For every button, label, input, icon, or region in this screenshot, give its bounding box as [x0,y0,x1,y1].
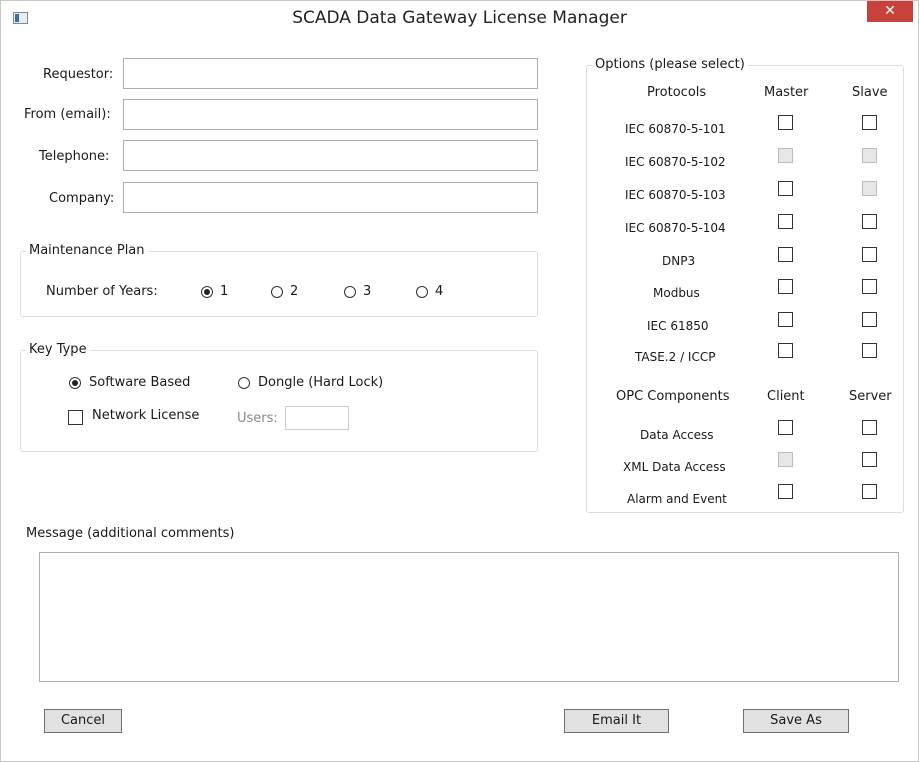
close-icon: ✕ [884,3,896,19]
years-4-radio[interactable] [416,286,428,298]
protocol-row-label: IEC 60870-5-101 [625,122,726,136]
protocol-slave-checkbox[interactable] [862,214,877,229]
protocols-header: Protocols [647,85,707,100]
years-4-label: 4 [435,284,444,299]
company-label: Company: [49,191,115,206]
opc-server-checkbox[interactable] [862,484,877,499]
title-bar: SCADA Data Gateway License Manager ✕ [1,1,918,35]
years-3-label: 3 [363,284,372,299]
protocol-row-label: IEC 60870-5-103 [625,188,726,202]
dongle-radio[interactable] [238,377,250,389]
key-type-legend: Key Type [26,342,90,357]
software-based-radio[interactable] [69,377,81,389]
opc-client-checkbox [778,452,793,467]
protocol-row-label: IEC 60870-5-102 [625,155,726,169]
software-based-label: Software Based [89,375,191,390]
email-it-button[interactable]: Email It [564,709,669,733]
requestor-input[interactable] [123,58,538,89]
network-license-checkbox[interactable] [68,410,83,425]
message-label: Message (additional comments) [26,526,235,541]
opc-server-checkbox[interactable] [862,420,877,435]
opc-row-label: XML Data Access [623,460,726,474]
telephone-label: Telephone: [39,149,110,164]
protocol-row-label: IEC 61850 [647,319,709,333]
years-2-label: 2 [290,284,299,299]
telephone-input[interactable] [123,140,538,171]
years-1-label: 1 [220,284,229,299]
requestor-label: Requestor: [43,67,114,82]
options-legend: Options (please select) [592,57,748,72]
protocol-master-checkbox[interactable] [778,279,793,294]
protocol-slave-checkbox[interactable] [862,343,877,358]
protocol-slave-checkbox[interactable] [862,115,877,130]
protocol-master-checkbox[interactable] [778,343,793,358]
protocol-slave-checkbox [862,148,877,163]
protocol-master-checkbox[interactable] [778,181,793,196]
users-label: Users: [237,411,278,426]
years-1-radio[interactable] [201,286,213,298]
protocol-row-label: Modbus [653,286,700,300]
protocol-slave-checkbox[interactable] [862,312,877,327]
protocol-master-checkbox [778,148,793,163]
close-button[interactable]: ✕ [867,1,913,22]
save-as-button[interactable]: Save As [743,709,849,733]
protocol-master-checkbox[interactable] [778,214,793,229]
slave-header: Slave [852,85,888,100]
opc-components-header: OPC Components [616,389,730,404]
client-header: Client [767,389,805,404]
cancel-button[interactable]: Cancel [44,709,122,733]
network-license-label: Network License [92,408,200,423]
protocol-master-checkbox[interactable] [778,247,793,262]
maintenance-plan-legend: Maintenance Plan [26,243,148,258]
number-of-years-label: Number of Years: [46,284,158,299]
message-textarea[interactable] [39,552,899,682]
key-type-group [20,350,538,452]
dongle-label: Dongle (Hard Lock) [258,375,384,390]
years-2-radio[interactable] [271,286,283,298]
protocol-master-checkbox[interactable] [778,312,793,327]
from-email-label: From (email): [24,107,111,122]
opc-client-checkbox[interactable] [778,484,793,499]
master-header: Master [764,85,809,100]
years-3-radio[interactable] [344,286,356,298]
protocol-slave-checkbox [862,181,877,196]
from-email-input[interactable] [123,99,538,130]
protocol-row-label: IEC 60870-5-104 [625,221,726,235]
opc-client-checkbox[interactable] [778,420,793,435]
server-header: Server [849,389,892,404]
protocol-slave-checkbox[interactable] [862,247,877,262]
protocol-row-label: TASE.2 / ICCP [635,350,716,364]
users-input[interactable] [285,406,349,430]
company-input[interactable] [123,182,538,213]
protocol-master-checkbox[interactable] [778,115,793,130]
opc-row-label: Data Access [640,428,714,442]
opc-row-label: Alarm and Event [627,492,727,506]
window-title: SCADA Data Gateway License Manager [292,8,627,28]
opc-server-checkbox[interactable] [862,452,877,467]
protocol-slave-checkbox[interactable] [862,279,877,294]
protocol-row-label: DNP3 [662,254,696,268]
license-manager-window: SCADA Data Gateway License Manager ✕ Req… [0,0,919,762]
